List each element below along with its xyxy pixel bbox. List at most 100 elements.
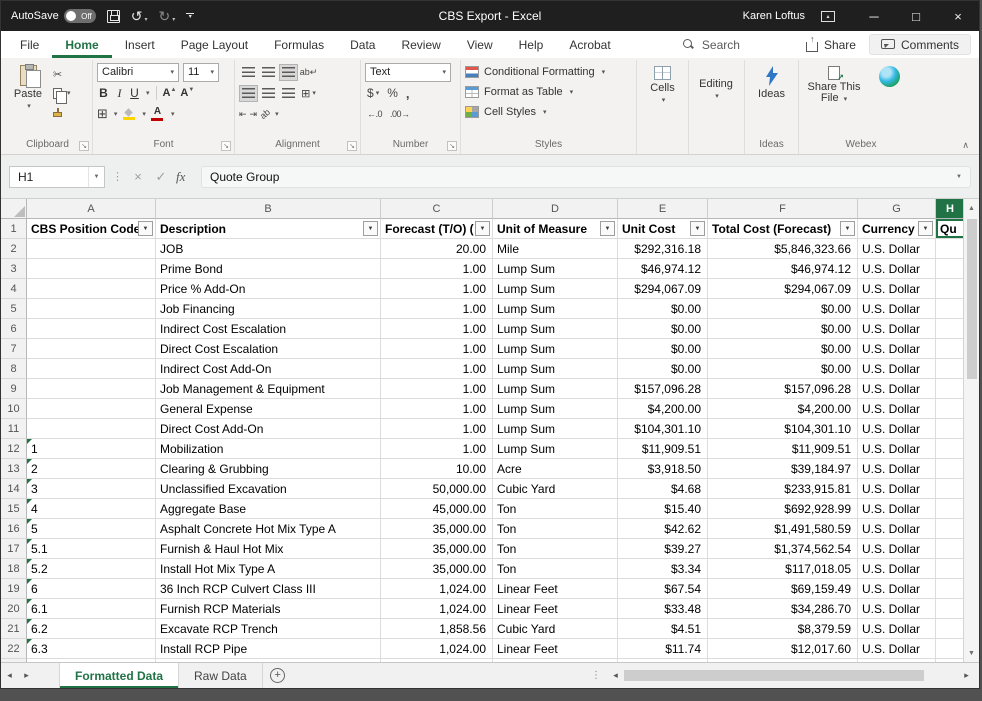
clipboard-dialog-launcher-icon[interactable]: ↘ xyxy=(79,141,89,151)
cell-unit-of-measure[interactable]: Ton xyxy=(493,499,618,519)
previous-sheet-icon[interactable]: ◂ xyxy=(1,663,18,688)
user-name[interactable]: Karen Loftus xyxy=(743,10,805,22)
cell-description[interactable]: Install Hot Mix Type A xyxy=(156,559,381,579)
cell-h[interactable] xyxy=(936,459,965,479)
cell-currency[interactable]: U.S. Dollar xyxy=(858,439,936,459)
row-header-6[interactable]: 6 xyxy=(1,319,27,339)
cell-forecast[interactable]: 1.00 xyxy=(381,339,493,359)
row-header-21[interactable]: 21 xyxy=(1,619,27,639)
cell-total-cost[interactable]: $0.00 xyxy=(708,319,858,339)
cell-forecast[interactable]: 1.00 xyxy=(381,399,493,419)
insert-function-button[interactable]: fx xyxy=(176,169,194,185)
cell-total-cost[interactable]: $0.00 xyxy=(708,339,858,359)
tab-splitter-handle[interactable]: ⋮ xyxy=(585,663,607,688)
cell-description[interactable]: Direct Cost Escalation xyxy=(156,339,381,359)
cell-forecast[interactable]: 1,858.56 xyxy=(381,619,493,639)
save-icon[interactable] xyxy=(107,10,120,23)
align-right-button[interactable] xyxy=(279,85,298,102)
scroll-left-icon[interactable]: ◂ xyxy=(607,670,624,681)
filter-button[interactable]: ▼ xyxy=(138,221,153,236)
cell-forecast[interactable]: 1.00 xyxy=(381,279,493,299)
header-cell-e[interactable]: Unit Cost▼ xyxy=(618,219,708,239)
cell-unit-of-measure[interactable]: Lump Sum xyxy=(493,359,618,379)
cell-currency[interactable]: U.S. Dollar xyxy=(858,519,936,539)
cell-total-cost[interactable]: $692,928.99 xyxy=(708,499,858,519)
cell-unit-of-measure[interactable]: Acre xyxy=(493,459,618,479)
filter-button[interactable]: ▼ xyxy=(363,221,378,236)
copy-button[interactable]: ▾ xyxy=(53,85,71,101)
filter-button[interactable]: ▼ xyxy=(475,221,490,236)
cell-description[interactable]: Mobilization xyxy=(156,439,381,459)
styles-item-2[interactable]: Cell Styles▾ xyxy=(465,102,632,122)
cell-currency[interactable]: U.S. Dollar xyxy=(858,499,936,519)
cell-description[interactable]: Excavate RCP Trench xyxy=(156,619,381,639)
cell-total-cost[interactable]: $8,379.59 xyxy=(708,619,858,639)
cell-currency[interactable]: U.S. Dollar xyxy=(858,539,936,559)
cell-unit-cost[interactable]: $3.34 xyxy=(618,559,708,579)
cell-position-code[interactable]: 6 xyxy=(27,579,156,599)
cell-description[interactable]: Prime Bond xyxy=(156,259,381,279)
comments-button[interactable]: Comments xyxy=(869,34,971,55)
cell-unit-of-measure[interactable]: Ton xyxy=(493,559,618,579)
cell-h[interactable] xyxy=(936,339,965,359)
cell-unit-of-measure[interactable]: Lump Sum xyxy=(493,299,618,319)
redo-button[interactable]: ↻▾ xyxy=(158,9,175,23)
cell-description[interactable]: Price % Add-On xyxy=(156,279,381,299)
horizontal-scroll-thumb[interactable] xyxy=(624,670,924,681)
cell-h[interactable] xyxy=(936,439,965,459)
share-file-dropdown-icon[interactable]: ▾ xyxy=(844,96,848,103)
cell-forecast[interactable]: 35,000.00 xyxy=(381,559,493,579)
column-header-g[interactable]: G xyxy=(858,199,936,219)
filter-button[interactable]: ▼ xyxy=(840,221,855,236)
undo-button[interactable]: ↺▾ xyxy=(131,9,148,23)
cell-description[interactable]: Clearing & Grubbing xyxy=(156,459,381,479)
new-sheet-button[interactable]: + xyxy=(263,663,293,688)
row-header-13[interactable]: 13 xyxy=(1,459,27,479)
orientation-dropdown-icon[interactable]: ▾ xyxy=(275,110,279,118)
search-box[interactable]: Search xyxy=(683,31,740,58)
scroll-right-icon[interactable]: ▸ xyxy=(958,670,975,681)
cell-unit-cost[interactable]: $11,909.51 xyxy=(618,439,708,459)
cell-position-code[interactable] xyxy=(27,399,156,419)
cell-total-cost[interactable]: $69,159.49 xyxy=(708,579,858,599)
cell-total-cost[interactable]: $39,184.97 xyxy=(708,459,858,479)
cell-position-code[interactable]: 5.1 xyxy=(27,539,156,559)
row-header-1[interactable]: 1 xyxy=(1,219,27,239)
select-all-corner[interactable] xyxy=(1,199,27,219)
cell-unit-of-measure[interactable]: Lump Sum xyxy=(493,439,618,459)
styles-item-0[interactable]: Conditional Formatting▾ xyxy=(465,62,632,82)
cell-position-code[interactable]: 4 xyxy=(27,499,156,519)
column-header-a[interactable]: A xyxy=(27,199,156,219)
cell-position-code[interactable]: 6.2 xyxy=(27,619,156,639)
cell-description[interactable]: 36 Inch RCP Culvert Class III xyxy=(156,579,381,599)
cell-unit-of-measure[interactable]: Linear Feet xyxy=(493,579,618,599)
row-header-17[interactable]: 17 xyxy=(1,539,27,559)
fill-color-button[interactable] xyxy=(121,108,136,120)
row-header-20[interactable]: 20 xyxy=(1,599,27,619)
cell-position-code[interactable] xyxy=(27,339,156,359)
italic-button[interactable]: I xyxy=(114,86,125,101)
cell-position-code[interactable]: 5 xyxy=(27,519,156,539)
filter-button[interactable]: ▼ xyxy=(918,221,933,236)
font-name-select[interactable]: Calibri▾ xyxy=(97,63,179,82)
cell-forecast[interactable]: 1.00 xyxy=(381,419,493,439)
cell-h[interactable] xyxy=(936,539,965,559)
align-left-button[interactable] xyxy=(239,85,258,102)
borders-button[interactable]: ⊞ xyxy=(97,106,108,122)
cells-button[interactable]: Cells ▾ xyxy=(641,62,684,138)
collapse-ribbon-icon[interactable]: ∧ xyxy=(962,140,969,151)
maximize-button[interactable]: □ xyxy=(895,1,937,31)
cell-forecast[interactable]: 20.00 xyxy=(381,239,493,259)
cell-h[interactable] xyxy=(936,379,965,399)
top-align-button[interactable] xyxy=(239,64,258,81)
cell-forecast[interactable]: 50,000.00 xyxy=(381,479,493,499)
row-header-11[interactable]: 11 xyxy=(1,419,27,439)
cell-position-code[interactable] xyxy=(27,299,156,319)
row-header-5[interactable]: 5 xyxy=(1,299,27,319)
cell-forecast[interactable]: 35,000.00 xyxy=(381,519,493,539)
cell-forecast[interactable]: 10.00 xyxy=(381,459,493,479)
cell-unit-of-measure[interactable]: Cubic Yard xyxy=(493,619,618,639)
cell-unit-cost[interactable]: $46,974.12 xyxy=(618,259,708,279)
cell-h[interactable] xyxy=(936,479,965,499)
expand-formula-bar-icon[interactable]: ▼ xyxy=(956,174,962,180)
